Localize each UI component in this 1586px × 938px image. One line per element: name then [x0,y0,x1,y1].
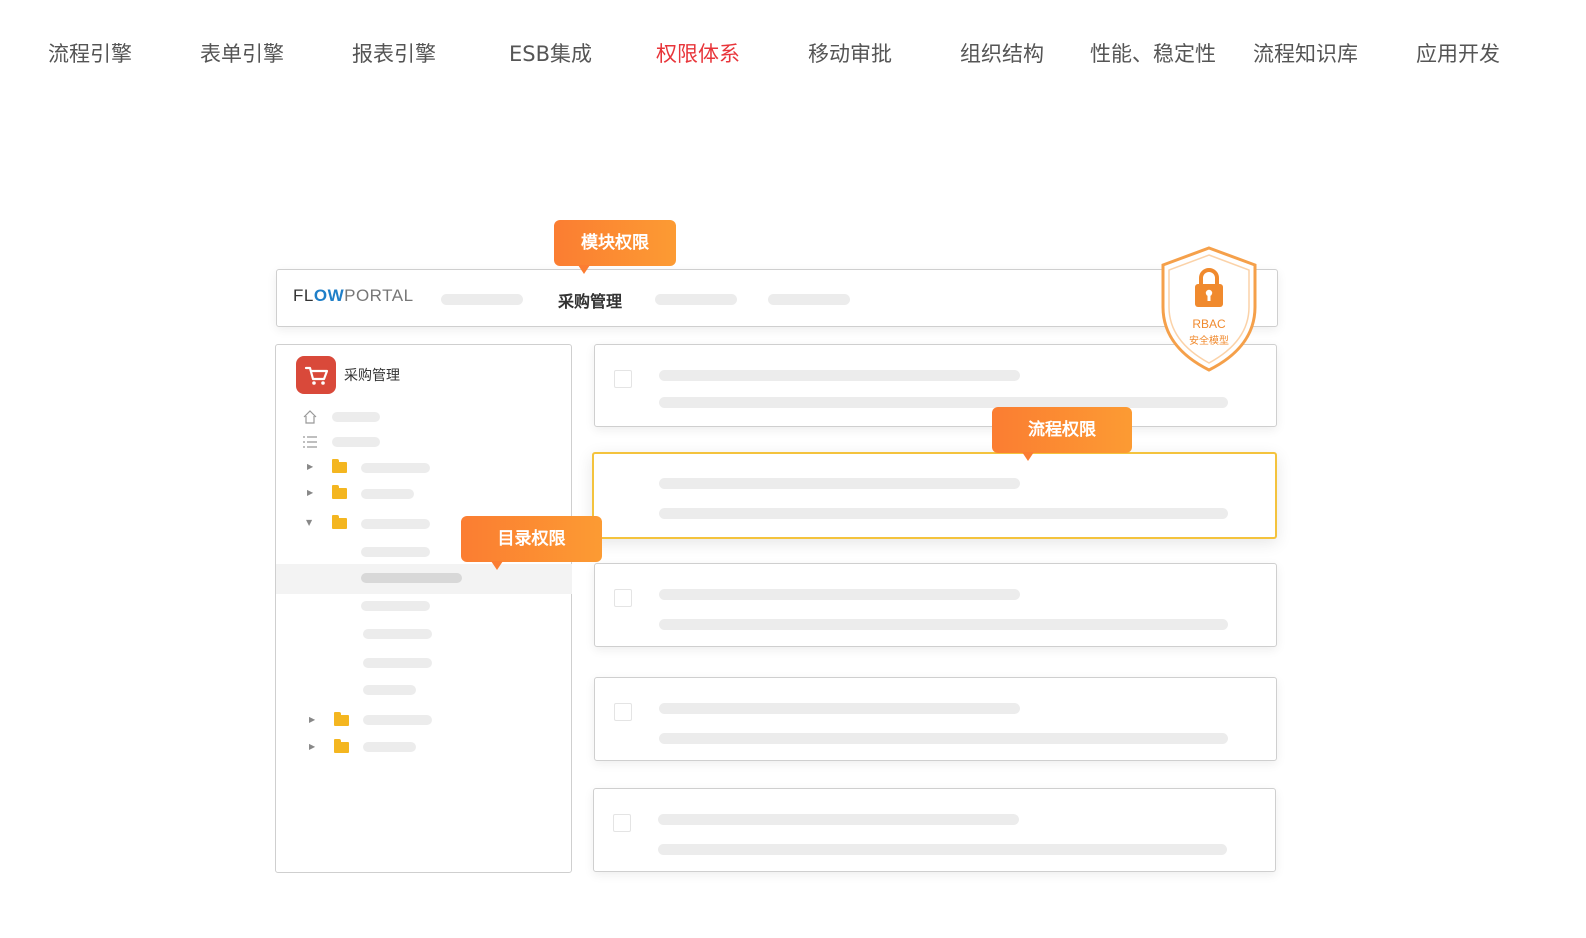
caret-right-icon[interactable]: ▶ [307,463,313,471]
tree-item-bar [361,463,430,473]
placeholder-bar [655,294,737,305]
module-permission-tag: 模块权限 [554,220,676,274]
tab-form-engine[interactable]: 表单引擎 [200,38,284,70]
security-model-label: 安全模型 [1189,336,1229,347]
tab-mobile-approval[interactable]: 移动审批 [808,38,892,70]
tab-org-structure[interactable]: 组织结构 [960,38,1044,70]
tree-item-bar [332,412,380,422]
placeholder-bar [659,733,1228,744]
list-item[interactable] [594,563,1277,647]
list-item-highlighted[interactable] [592,452,1277,539]
process-permission-tag: 流程权限 [992,407,1132,461]
caret-right-icon[interactable]: ▶ [309,716,315,724]
selected-tree-row[interactable] [276,564,572,594]
tree-item-bar [363,629,432,639]
portal-header-bar: FLOWPORTAL 采购管理 [276,269,1278,327]
folder-icon [332,459,347,473]
shopping-cart-icon [304,366,329,385]
app-icon [296,356,336,394]
row-checkbox[interactable] [614,589,632,607]
row-checkbox[interactable] [614,370,632,388]
tab-process-engine[interactable]: 流程引擎 [48,38,132,70]
folder-icon [332,485,347,499]
placeholder-bar [659,703,1020,714]
placeholder-bar [658,844,1227,855]
list-item[interactable] [593,788,1276,872]
lock-icon [1195,268,1223,307]
list-icon [303,436,317,448]
placeholder-bar [658,814,1019,825]
tree-item-bar [361,573,462,583]
header-module-title: 采购管理 [558,292,623,311]
folder-icon [334,712,349,726]
placeholder-bar [441,294,523,305]
tree-item-bar [361,519,430,529]
tab-permission-system[interactable]: 权限体系 [656,38,740,70]
tree-item-bar [363,685,416,695]
flowportal-logo: FLOWPORTAL [293,286,414,305]
caret-down-icon[interactable]: ▼ [306,519,312,527]
folder-icon [332,515,347,529]
tab-report-engine[interactable]: 报表引擎 [352,38,436,70]
caret-right-icon[interactable]: ▶ [307,489,313,497]
placeholder-bar [659,397,1228,408]
tab-esb-integration[interactable]: ESB集成 [509,38,592,70]
directory-sidebar: 采购管理 ▶ ▶ ▼ ▶ ▶ [275,344,572,873]
tree-item-bar [361,601,430,611]
sidebar-app-name: 采购管理 [344,368,400,384]
placeholder-bar [768,294,850,305]
tab-process-knowledge-base[interactable]: 流程知识库 [1253,38,1358,70]
tree-item-bar [363,715,432,725]
feature-tabs-nav: 流程引擎 表单引擎 报表引擎 ESB集成 权限体系 移动审批 组织结构 性能、稳… [0,0,1586,110]
placeholder-bar [659,619,1228,630]
tab-app-development[interactable]: 应用开发 [1416,38,1500,70]
tab-performance-stability[interactable]: 性能、稳定性 [1090,38,1216,70]
shield-icon [1161,246,1257,372]
placeholder-bar [659,478,1020,489]
rbac-shield-badge: RBAC 安全模型 [1157,245,1261,373]
row-checkbox[interactable] [614,703,632,721]
rbac-label: RBAC [1192,317,1226,331]
placeholder-bar [659,370,1020,381]
placeholder-bar [659,508,1228,519]
folder-icon [334,739,349,753]
list-item[interactable] [594,677,1277,761]
tree-item-bar [361,489,414,499]
tree-item-bar [363,742,416,752]
placeholder-bar [659,589,1020,600]
tree-item-bar [363,658,432,668]
caret-right-icon[interactable]: ▶ [309,743,315,751]
home-icon [303,410,317,424]
catalog-permission-tag: 目录权限 [461,516,602,570]
tree-item-bar [332,437,380,447]
tree-item-bar [361,547,430,557]
row-checkbox[interactable] [613,814,631,832]
